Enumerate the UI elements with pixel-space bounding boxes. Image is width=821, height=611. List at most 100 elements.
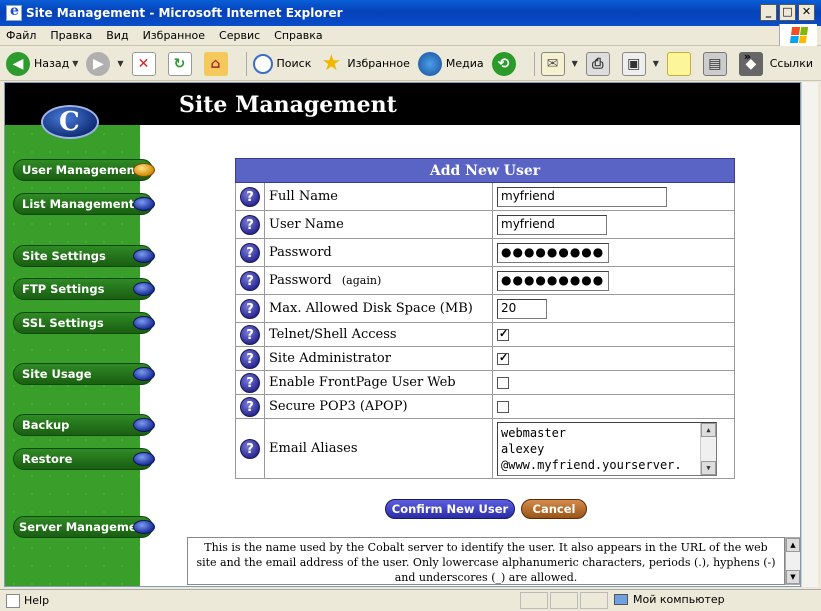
home-icon: ⌂ <box>203 51 228 76</box>
status-cells <box>520 592 608 609</box>
alias-line: webmaster <box>501 425 567 440</box>
sidebar-item-site-settings[interactable]: Site Settings <box>13 245 155 267</box>
row-password: ? Password ●●●●●●●●● <box>235 238 735 267</box>
scroll-up-icon[interactable]: ▲ <box>786 538 800 552</box>
page-title: Site Management <box>179 92 397 118</box>
research-button[interactable]: ▤ <box>702 51 731 76</box>
page-scrollbar[interactable] <box>801 82 818 587</box>
help-icon[interactable]: ? <box>240 242 260 263</box>
title-bar: Site Management - Microsoft Internet Exp… <box>0 0 821 26</box>
sidebar-item-label: FTP Settings <box>22 282 105 296</box>
form-actions: Confirm New User Cancel <box>385 499 587 519</box>
stop-button[interactable]: ✕ <box>131 51 160 76</box>
help-icon[interactable]: ? <box>240 438 260 459</box>
scroll-up-icon[interactable]: ▲ <box>701 422 716 437</box>
sidebar-item-label: Restore <box>22 452 73 466</box>
toolbar-chevron-icon[interactable]: » <box>744 50 751 63</box>
help-icon[interactable]: ? <box>240 298 260 319</box>
sidebar-item-backup[interactable]: Backup <box>13 414 155 436</box>
edit-button[interactable]: ▣ ▼ <box>621 51 659 76</box>
label-password: Password <box>264 238 493 267</box>
edit-dropdown-icon[interactable]: ▼ <box>653 59 659 68</box>
full-name-input[interactable]: myfriend <box>497 186 667 207</box>
apop-checkbox[interactable] <box>497 400 509 413</box>
pill-icon <box>133 520 155 534</box>
textarea-scrollbar[interactable]: ▲ ▼ <box>700 422 716 475</box>
minimize-button[interactable]: _ <box>760 4 777 21</box>
back-button[interactable]: ◀ Назад ▼ <box>6 51 78 76</box>
research-icon: ▤ <box>702 51 727 76</box>
sidebar-item-user-management[interactable]: User Management <box>13 159 155 181</box>
sidebar-item-label: Server Management <box>19 520 151 534</box>
help-icon[interactable]: ? <box>240 324 260 345</box>
sidebar-item-ssl-settings[interactable]: SSL Settings <box>13 312 155 334</box>
printer-icon: ⎙ <box>585 51 610 76</box>
search-button[interactable]: Поиск <box>252 53 312 74</box>
toolbar-separator <box>533 51 535 76</box>
telnet-checkbox[interactable] <box>497 327 509 341</box>
menu-file[interactable]: Файл <box>6 29 36 42</box>
site-admin-checkbox[interactable] <box>497 351 509 365</box>
pill-icon <box>133 418 155 432</box>
row-disk-space: ? Max. Allowed Disk Space (MB) 20 <box>235 294 735 323</box>
scroll-down-icon[interactable]: ▼ <box>701 460 716 475</box>
maximize-button[interactable]: □ <box>779 4 796 21</box>
mail-button[interactable]: ✉ ▼ <box>540 51 578 76</box>
print-button[interactable]: ⎙ <box>585 51 614 76</box>
confirm-new-user-button[interactable]: Confirm New User <box>385 499 515 519</box>
cobalt-logo[interactable] <box>41 105 99 139</box>
sidebar-item-label: SSL Settings <box>22 316 104 330</box>
back-label: Назад <box>34 57 70 70</box>
password-again-input[interactable]: ●●●●●●●●● <box>497 270 609 291</box>
password-again-label: Password <box>269 273 332 288</box>
sidebar-item-restore[interactable]: Restore <box>13 448 155 470</box>
favorites-button[interactable]: ★ Избранное <box>319 51 410 76</box>
help-icon[interactable]: ? <box>240 214 260 235</box>
menu-tools[interactable]: Сервис <box>219 29 260 42</box>
zone-label: Мой компьютер <box>633 593 725 606</box>
label-password-again: Password (again) <box>264 266 493 295</box>
mail-dropdown-icon[interactable]: ▼ <box>572 59 578 68</box>
discuss-button[interactable] <box>666 51 695 76</box>
sidebar-item-site-usage[interactable]: Site Usage <box>13 363 155 385</box>
forward-dropdown-icon[interactable]: ▼ <box>117 59 123 68</box>
cancel-button[interactable]: Cancel <box>521 499 587 519</box>
pill-icon <box>133 367 155 381</box>
refresh-button[interactable]: ↻ <box>167 51 196 76</box>
back-dropdown-icon[interactable]: ▼ <box>72 59 78 68</box>
help-icon[interactable]: ? <box>240 186 260 207</box>
links-button[interactable]: Ссылки <box>770 57 813 70</box>
forward-button[interactable]: ▶ ▼ <box>86 51 124 76</box>
sidebar-item-server-management[interactable]: Server Management <box>13 516 155 538</box>
sidebar-item-ftp-settings[interactable]: FTP Settings <box>13 278 155 300</box>
help-icon[interactable]: ? <box>240 270 260 291</box>
user-name-input[interactable]: myfriend <box>497 214 607 235</box>
email-aliases-textarea[interactable]: webmaster alexey @www.myfriend.yourserve… <box>497 421 717 476</box>
sidebar-item-list-management[interactable]: List Management <box>13 193 155 215</box>
menu-favorites[interactable]: Избранное <box>143 29 205 42</box>
history-button[interactable]: ⟲ <box>491 51 520 76</box>
menu-view[interactable]: Вид <box>106 29 128 42</box>
help-icon[interactable]: ? <box>240 372 260 393</box>
scroll-down-icon[interactable]: ▼ <box>786 570 800 584</box>
row-telnet: ? Telnet/Shell Access <box>235 322 735 347</box>
row-password-again: ? Password (again) ●●●●●●●●● <box>235 266 735 295</box>
sidebar-item-label: Site Settings <box>22 249 106 263</box>
menu-edit[interactable]: Правка <box>50 29 92 42</box>
disk-space-input[interactable]: 20 <box>497 298 547 319</box>
media-button[interactable]: Медиа <box>417 51 484 76</box>
help-box-scrollbar[interactable]: ▲ ▼ <box>785 537 800 585</box>
menu-help[interactable]: Справка <box>274 29 322 42</box>
frontpage-checkbox[interactable] <box>497 376 509 389</box>
home-button[interactable]: ⌂ <box>203 51 232 76</box>
add-user-form: Add New User ? Full Name myfriend ? User… <box>235 158 735 479</box>
row-user-name: ? User Name myfriend <box>235 210 735 239</box>
search-label: Поиск <box>276 57 312 70</box>
password-input[interactable]: ●●●●●●●●● <box>497 242 609 263</box>
close-button[interactable]: ✕ <box>798 4 815 21</box>
help-icon[interactable]: ? <box>240 396 260 417</box>
active-pill-icon <box>133 163 155 177</box>
sidebar-item-label: User Management <box>22 163 141 177</box>
help-icon[interactable]: ? <box>240 348 260 369</box>
row-email-aliases: ? Email Aliases webmaster alexey @www.my… <box>235 418 735 479</box>
